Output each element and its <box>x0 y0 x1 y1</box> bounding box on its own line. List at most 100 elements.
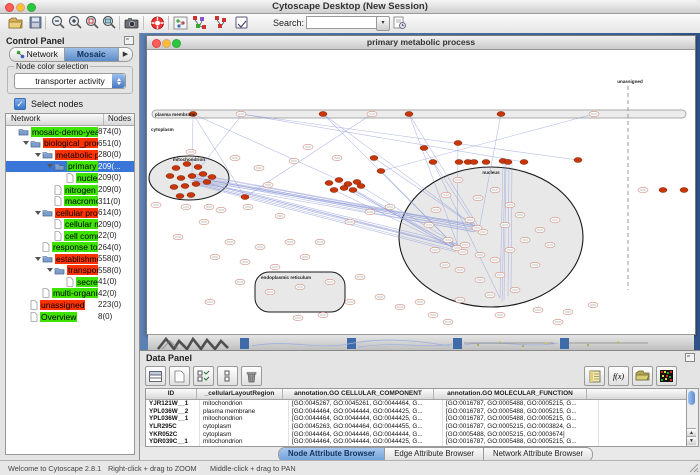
scrollbar-thumb[interactable] <box>688 391 695 405</box>
expand-triangle-icon[interactable] <box>34 257 42 261</box>
selected-node[interactable] <box>454 141 462 146</box>
table-cell[interactable]: YPL036W__2 <box>146 408 200 416</box>
expand-triangle-icon[interactable] <box>22 141 30 145</box>
table-row[interactable]: YJR121W__1mitochondrion[GO:0045267, GO:0… <box>146 400 687 408</box>
delete-attribute-icon[interactable] <box>241 366 262 386</box>
select-attributes-icon[interactable] <box>193 366 214 386</box>
selected-node[interactable] <box>470 160 478 165</box>
tree-row[interactable]: mosaic-demo-yeast874(0) <box>6 126 134 138</box>
scroll-down-icon[interactable]: ▼ <box>687 436 696 445</box>
column-id[interactable]: ID <box>146 389 197 399</box>
table-cell[interactable]: mitochondrion <box>200 400 289 408</box>
selected-node[interactable] <box>325 181 333 186</box>
snapshot-icon[interactable] <box>123 15 140 31</box>
table-cell[interactable]: mitochondrion <box>200 438 289 446</box>
network-view-window[interactable]: primary metabolic process plasma membran… <box>146 35 696 335</box>
selected-node[interactable] <box>455 160 463 165</box>
table-scrollbar[interactable]: ▲ ▼ <box>686 388 699 447</box>
selected-node[interactable] <box>208 175 216 180</box>
table-cell[interactable]: mitochondrion <box>200 415 289 423</box>
node-color-dropdown[interactable]: transporter activity <box>14 73 126 89</box>
table-cell[interactable]: plasma membrane <box>200 408 289 416</box>
attribute-table[interactable]: ID _cellularLayoutRegion annotation.GO C… <box>145 388 688 447</box>
selected-node[interactable] <box>188 174 196 179</box>
search-input[interactable] <box>306 16 378 29</box>
selected-node[interactable] <box>377 169 385 174</box>
zoom-selected-icon[interactable] <box>84 15 101 31</box>
tab-mosaic[interactable]: Mosaic <box>65 48 120 61</box>
selected-node[interactable] <box>680 188 688 193</box>
table-cell[interactable]: [GO:0044464, GO:0044446, GO:0044444, G..… <box>289 431 443 439</box>
zoom-out-icon[interactable] <box>50 15 67 31</box>
tree-row[interactable]: primary metabo209(... <box>6 161 134 173</box>
selected-node[interactable] <box>574 158 582 163</box>
annotation-icon[interactable] <box>233 15 250 31</box>
selected-node[interactable] <box>176 194 184 199</box>
function-builder-icon[interactable]: f(x) <box>608 366 629 386</box>
vizmapper-icon[interactable] <box>172 15 189 31</box>
table-cell[interactable]: YJR121W__1 <box>146 400 200 408</box>
selected-node[interactable] <box>659 188 667 193</box>
selected-node[interactable] <box>370 156 378 161</box>
tree-row[interactable]: Overview8(0) <box>6 311 134 323</box>
table-cell[interactable]: YKR052C <box>146 431 200 439</box>
tab-network[interactable]: Network <box>10 48 65 61</box>
tree-row[interactable]: secretion41(0) <box>6 276 134 288</box>
selected-node[interactable] <box>520 160 528 165</box>
tab-overflow-arrow[interactable]: ▶ <box>119 48 132 61</box>
selected-node[interactable] <box>330 188 338 193</box>
expand-triangle-icon[interactable] <box>34 211 42 215</box>
column-cellular-layout-region[interactable]: _cellularLayoutRegion <box>197 389 283 399</box>
tree-row[interactable]: metabolic process280(0) <box>6 149 134 161</box>
table-cell[interactable]: YDR039C__1 <box>146 438 200 446</box>
selected-node[interactable] <box>166 174 174 179</box>
data-panel-float-icon[interactable] <box>685 353 695 362</box>
selected-node[interactable] <box>177 176 185 181</box>
table-cell[interactable]: [GO:0045267, GO:0045261, GO:0044464, G..… <box>289 400 443 408</box>
tree-row[interactable]: cellular metabo209(0) <box>6 218 134 230</box>
table-cell[interactable]: [GO:0016787, GO:0005215, GO:0003824, G..… <box>443 423 599 431</box>
tree-row[interactable]: biological_process651(0) <box>6 138 134 150</box>
table-cell[interactable]: cytoplasm <box>200 423 289 431</box>
table-cell[interactable]: [GO:0016787, GO:0005488, GO:0005215, G..… <box>443 438 599 446</box>
selected-node[interactable] <box>429 160 437 165</box>
column-go-molecular-function[interactable]: annotation.GO MOLECULAR_FUNCTION <box>434 389 587 399</box>
selected-node[interactable] <box>172 166 180 171</box>
column-go-cellular-component[interactable]: annotation.GO CELLULAR_COMPONENT <box>283 389 434 399</box>
selected-node[interactable] <box>497 112 505 117</box>
resize-grip-icon[interactable] <box>689 463 699 473</box>
selected-node[interactable] <box>349 188 357 193</box>
selected-node[interactable] <box>340 186 348 191</box>
selected-node[interactable] <box>357 184 365 189</box>
selected-node[interactable] <box>319 112 327 117</box>
notes-icon[interactable] <box>584 366 605 386</box>
save-icon[interactable] <box>27 15 44 31</box>
tree-row[interactable]: cellular process614(0) <box>6 207 134 219</box>
expand-triangle-icon[interactable] <box>34 153 42 157</box>
tree-row[interactable]: macromolecule311(0) <box>6 195 134 207</box>
zoom-in-icon[interactable] <box>67 15 84 31</box>
selected-node[interactable] <box>183 162 191 167</box>
selected-node[interactable] <box>504 160 512 165</box>
table-cell[interactable]: cytoplasm <box>200 431 289 439</box>
table-cell[interactable]: [GO:0016787, GO:0005488, GO:0005215, G..… <box>443 415 599 423</box>
heatmap-icon[interactable] <box>656 366 677 386</box>
table-cell[interactable]: [GO:0045263, GO:0044464, GO:0044455, G..… <box>289 423 443 431</box>
selected-node[interactable] <box>199 172 207 177</box>
tree-row[interactable]: nucleobase-209(0) <box>6 172 134 184</box>
import-attributes-icon[interactable] <box>632 366 653 386</box>
table-cell[interactable]: [GO:0016787, GO:0005488, GO:0005215, G..… <box>443 408 599 416</box>
selected-node[interactable] <box>192 182 200 187</box>
attribute-table-icon[interactable] <box>145 366 166 386</box>
table-cell[interactable]: [GO:0044464, GO:0044444, GO:0044425, G..… <box>289 408 443 416</box>
layout-icon-1[interactable] <box>191 15 208 31</box>
selected-node[interactable] <box>170 185 178 190</box>
tree-row[interactable]: nitrogen compo209(0) <box>6 184 134 196</box>
new-attribute-icon[interactable] <box>169 366 190 386</box>
tree-row[interactable]: unassigned223(0) <box>6 299 134 311</box>
float-panel-icon[interactable] <box>124 36 134 45</box>
table-row[interactable]: YPL036W__1mitochondrion[GO:0044464, GO:0… <box>146 415 687 423</box>
selected-node[interactable] <box>335 178 343 183</box>
table-cell[interactable]: YLR295C <box>146 423 200 431</box>
table-cell[interactable]: [GO:0044464, GO:0044444, GO:0044425, G..… <box>289 415 443 423</box>
